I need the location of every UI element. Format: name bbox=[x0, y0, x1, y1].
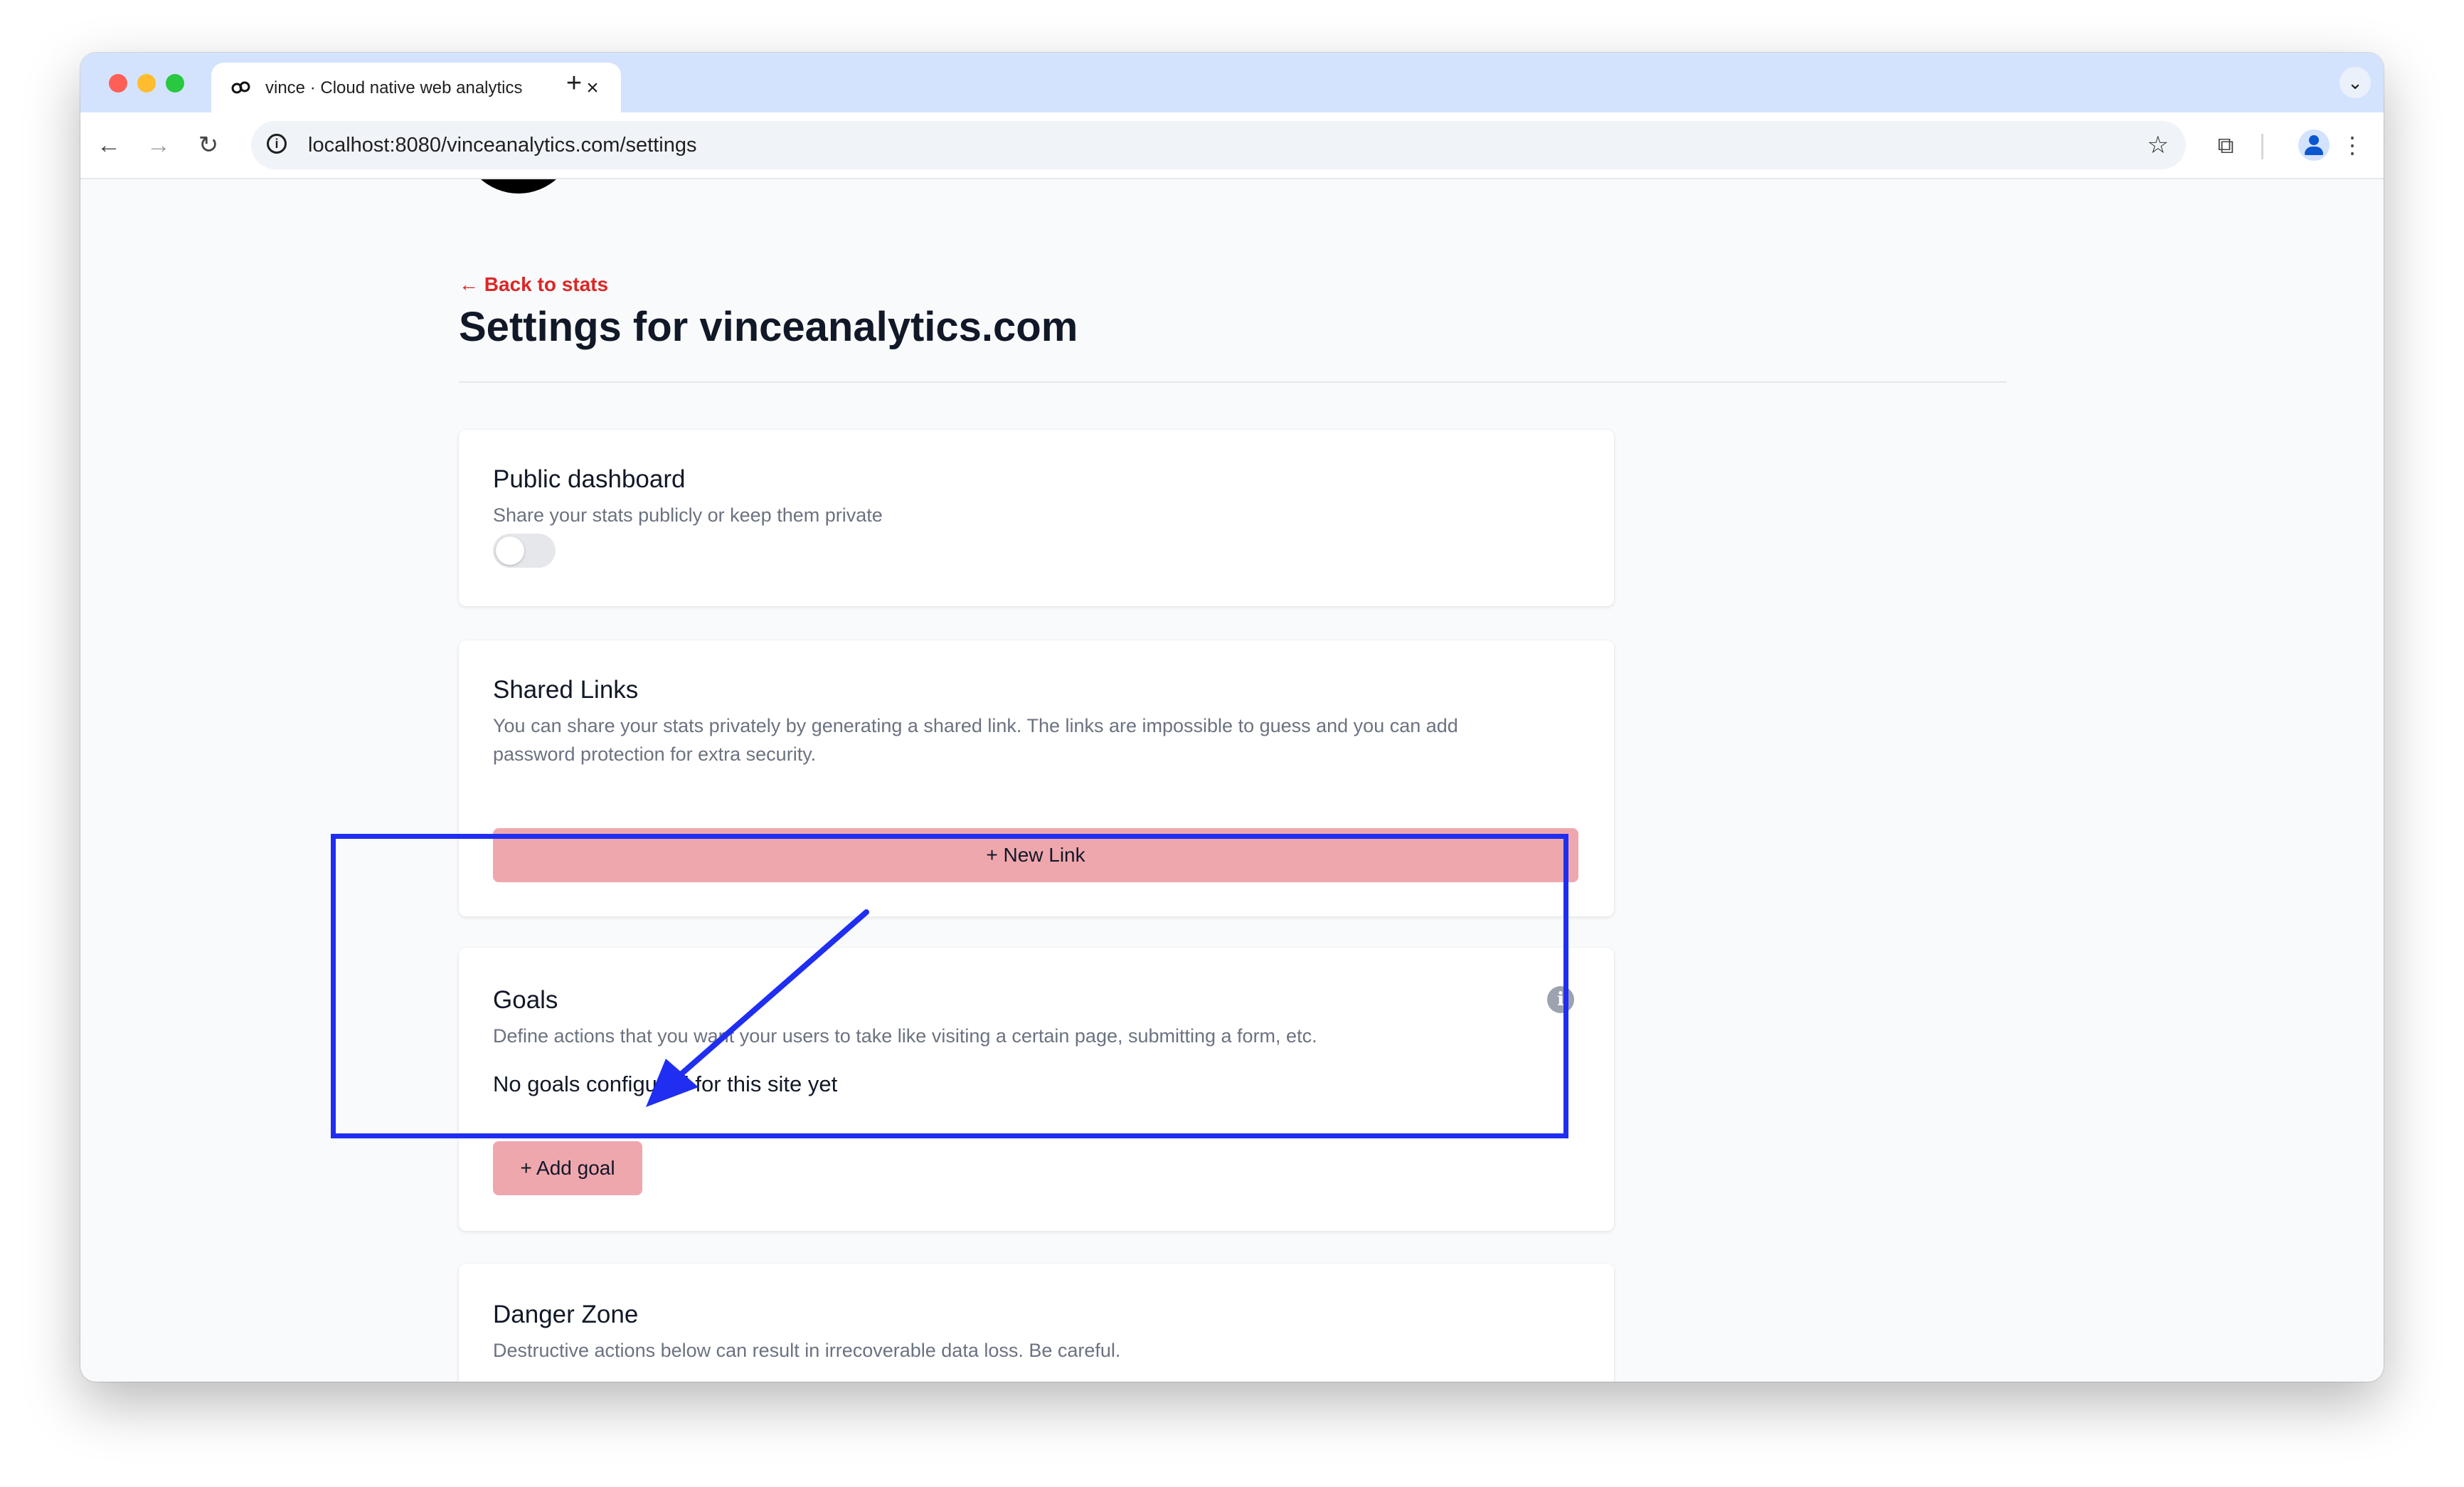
public-dashboard-toggle[interactable] bbox=[493, 534, 556, 568]
reload-icon[interactable]: ↻ bbox=[191, 128, 225, 162]
toggle-knob bbox=[496, 536, 524, 565]
vince-favicon-icon bbox=[231, 81, 250, 94]
toolbar-divider bbox=[2261, 134, 2263, 159]
bookmark-star-icon[interactable]: ☆ bbox=[2147, 131, 2169, 159]
profile-avatar-icon[interactable] bbox=[2298, 129, 2330, 161]
back-arrow-icon[interactable]: ← bbox=[92, 128, 126, 162]
shared-links-description-line2: password protection for extra security. bbox=[493, 744, 817, 765]
title-divider bbox=[459, 381, 2007, 383]
maximize-window-button[interactable] bbox=[166, 74, 184, 92]
minimize-window-button[interactable] bbox=[137, 74, 156, 92]
close-window-button[interactable] bbox=[109, 74, 127, 92]
extensions-icon[interactable]: ⧉ bbox=[2209, 128, 2243, 162]
new-tab-button[interactable]: + bbox=[553, 65, 595, 101]
browser-toolbar: ← → ↻ i localhost:8080/vinceanalytics.co… bbox=[80, 112, 2384, 179]
public-dashboard-title: Public dashboard bbox=[493, 465, 686, 493]
site-info-icon[interactable]: i bbox=[267, 134, 287, 154]
shared-links-description-line1: You can share your stats privately by ge… bbox=[493, 715, 1458, 736]
tab-search-chevron-icon[interactable]: ⌄ bbox=[2340, 67, 2371, 98]
danger-zone-card: Danger Zone Destructive actions below ca… bbox=[459, 1264, 1614, 1382]
browser-menu-icon[interactable]: ⋮ bbox=[2335, 128, 2369, 162]
highlight-box bbox=[331, 834, 1568, 1138]
tab-strip: vince · Cloud native web analytics × + ⌄ bbox=[80, 53, 2384, 112]
page-title: Settings for vinceanalytics.com bbox=[459, 304, 1078, 350]
forward-arrow-icon[interactable]: → bbox=[142, 128, 176, 162]
page-content: ← Back to stats Settings for vinceanalyt… bbox=[80, 179, 2384, 1382]
address-bar-url[interactable]: localhost:8080/vinceanalytics.com/settin… bbox=[308, 132, 696, 158]
add-goal-button[interactable]: + Add goal bbox=[493, 1141, 642, 1195]
shared-links-title: Shared Links bbox=[493, 676, 639, 704]
danger-zone-title: Danger Zone bbox=[493, 1301, 639, 1328]
tab-title: vince · Cloud native web analytics bbox=[265, 78, 523, 97]
vince-logo[interactable] bbox=[462, 179, 575, 194]
browser-window: vince · Cloud native web analytics × + ⌄… bbox=[80, 53, 2384, 1382]
public-dashboard-description: Share your stats publicly or keep them p… bbox=[493, 504, 883, 526]
public-dashboard-card: Public dashboard Share your stats public… bbox=[459, 430, 1614, 606]
back-to-stats-link[interactable]: ← Back to stats bbox=[459, 272, 608, 297]
address-bar[interactable]: i localhost:8080/vinceanalytics.com/sett… bbox=[251, 121, 2186, 169]
danger-zone-description: Destructive actions below can result in … bbox=[493, 1340, 1121, 1361]
